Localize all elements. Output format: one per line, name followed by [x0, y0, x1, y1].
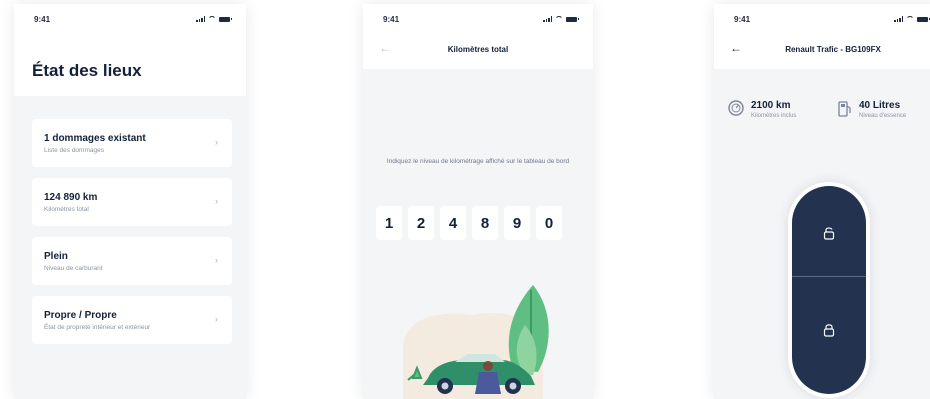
- lock-icon: [823, 324, 835, 337]
- item-title: 1 dommages existant: [44, 132, 146, 144]
- fuel-label: Niveau d'essence: [859, 113, 907, 119]
- mileage-label: Kilomètres inclus: [751, 113, 797, 119]
- lock-control: [792, 186, 866, 394]
- chevron-right-icon: ›: [215, 314, 218, 324]
- item-subtitle: Niveau de carburant: [44, 264, 103, 272]
- status-icons: [894, 16, 930, 22]
- item-title: Plein: [44, 250, 68, 262]
- status-time: 9:41: [34, 14, 51, 24]
- status-time: 9:41: [383, 14, 400, 24]
- fuel-value: 40 Litres: [859, 100, 901, 111]
- battery-icon: [219, 16, 232, 22]
- mileage-value: 2100 km: [751, 100, 791, 111]
- item-subtitle: Kilomètres total: [44, 205, 89, 213]
- signal-icon: [543, 16, 552, 22]
- digit-box[interactable]: 2: [408, 206, 434, 240]
- vehicle-screen: 9:41 ← Renault Trafic - BG109FX 2100 km …: [714, 4, 930, 399]
- fuel-stat: 40 Litres Niveau d'essence: [838, 100, 906, 119]
- unlock-button[interactable]: [792, 186, 866, 276]
- etat-des-lieux-screen: 9:41 État des lieux 1 dommages existant …: [14, 4, 246, 399]
- digit-box[interactable]: 8: [472, 206, 498, 240]
- page-title: Renault Trafic - BG109FX: [785, 45, 881, 54]
- status-bar: 9:41: [714, 4, 930, 34]
- page-title: Kilomètres total: [447, 45, 509, 54]
- digit-box[interactable]: 0: [536, 206, 562, 240]
- status-icons: [543, 16, 579, 22]
- mileage-digits[interactable]: 1 2 4 8 9 0: [376, 206, 562, 240]
- battery-icon: [566, 16, 579, 22]
- digit-box[interactable]: 4: [440, 206, 466, 240]
- list-item-carburant[interactable]: Plein Niveau de carburant ›: [32, 237, 232, 285]
- list-item-dommages[interactable]: 1 dommages existant Liste des dommages ›: [32, 119, 232, 167]
- status-bar: 9:41: [14, 4, 246, 34]
- list-item-kilometres[interactable]: 124 890 km Kilomètres total ›: [32, 178, 232, 226]
- item-title: Propre / Propre: [44, 309, 117, 321]
- battery-icon: [917, 16, 930, 22]
- wifi-icon: [906, 16, 914, 22]
- speedometer-icon: [728, 100, 744, 116]
- status-bar: 9:41: [363, 4, 593, 34]
- item-title: 124 890 km: [44, 191, 98, 203]
- wifi-icon: [555, 16, 563, 22]
- digit-box[interactable]: 1: [376, 206, 402, 240]
- fuel-pump-icon: [838, 101, 851, 117]
- chevron-right-icon: ›: [215, 196, 218, 206]
- digit-box[interactable]: 9: [504, 206, 530, 240]
- instruction-text: Indiquez le niveau de kilométrage affich…: [386, 158, 570, 165]
- wifi-icon: [208, 16, 216, 22]
- kilometres-screen: 9:41 ← Kilomètres total Indiquez le nive…: [363, 4, 593, 399]
- signal-icon: [196, 16, 205, 22]
- item-subtitle: État de propreté intérieur et extérieur: [44, 323, 151, 331]
- status-icons: [196, 16, 232, 22]
- unlock-icon: [823, 227, 835, 240]
- chevron-right-icon: ›: [215, 137, 218, 147]
- mileage-stat: 2100 km Kilomètres inclus: [728, 100, 796, 119]
- list-item-proprete[interactable]: Propre / Propre État de propreté intérie…: [32, 296, 232, 344]
- lock-button[interactable]: [792, 277, 866, 394]
- chevron-right-icon: ›: [215, 255, 218, 265]
- status-time: 9:41: [734, 14, 751, 24]
- page-title: État des lieux: [32, 61, 142, 80]
- car-illustration: [403, 285, 549, 399]
- signal-icon: [894, 16, 903, 22]
- item-subtitle: Liste des dommages: [44, 146, 104, 154]
